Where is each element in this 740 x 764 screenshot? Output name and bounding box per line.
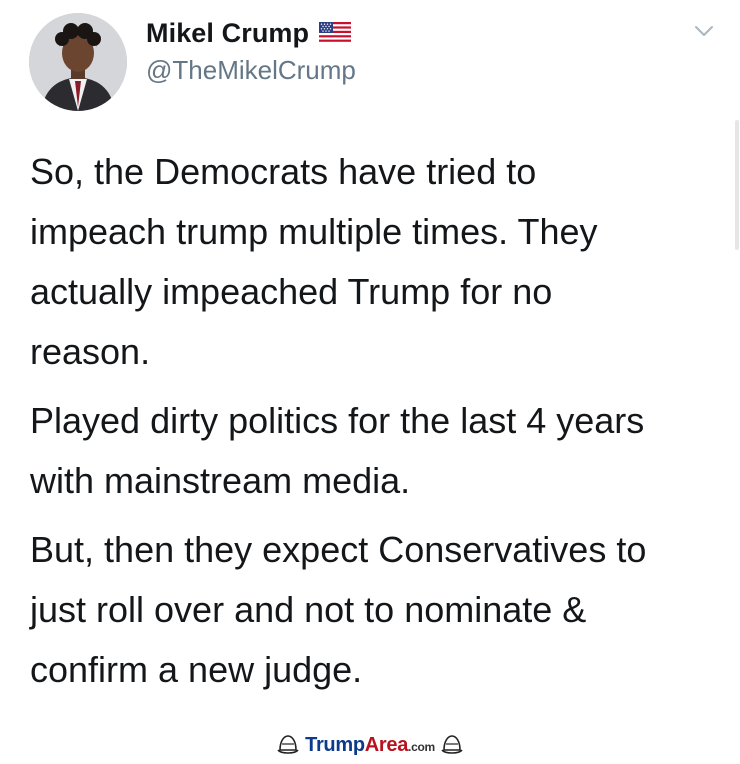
watermark: TrumpArea.com xyxy=(0,727,740,763)
brand-suffix: .com xyxy=(408,739,435,754)
tweet-text: So, the Democrats have tried to impeach … xyxy=(30,142,730,709)
watermark-brand: TrumpArea.com xyxy=(305,734,435,757)
brand-trump: Trump xyxy=(305,733,365,756)
brand-area: Area xyxy=(364,733,409,756)
name-row: Mikel Crump xyxy=(146,15,352,51)
hat-icon xyxy=(441,733,463,757)
avatar[interactable] xyxy=(29,13,127,111)
user-handle[interactable]: @TheMikelCrump xyxy=(146,55,356,86)
tweet-paragraph: So, the Democrats have tried to impeach … xyxy=(30,151,598,372)
tweet: Mikel Crump @TheMikelCrump So, the Democ… xyxy=(0,0,740,764)
display-name[interactable]: Mikel Crump xyxy=(146,18,309,49)
tweet-paragraph: But, then they expect Conservatives to j… xyxy=(30,529,647,690)
chevron-down-icon[interactable] xyxy=(691,21,717,41)
tweet-paragraph: Played dirty politics for the last 4 yea… xyxy=(30,400,645,501)
hat-icon xyxy=(277,733,299,757)
us-flag-icon xyxy=(319,22,352,44)
scrollbar[interactable] xyxy=(735,120,739,250)
